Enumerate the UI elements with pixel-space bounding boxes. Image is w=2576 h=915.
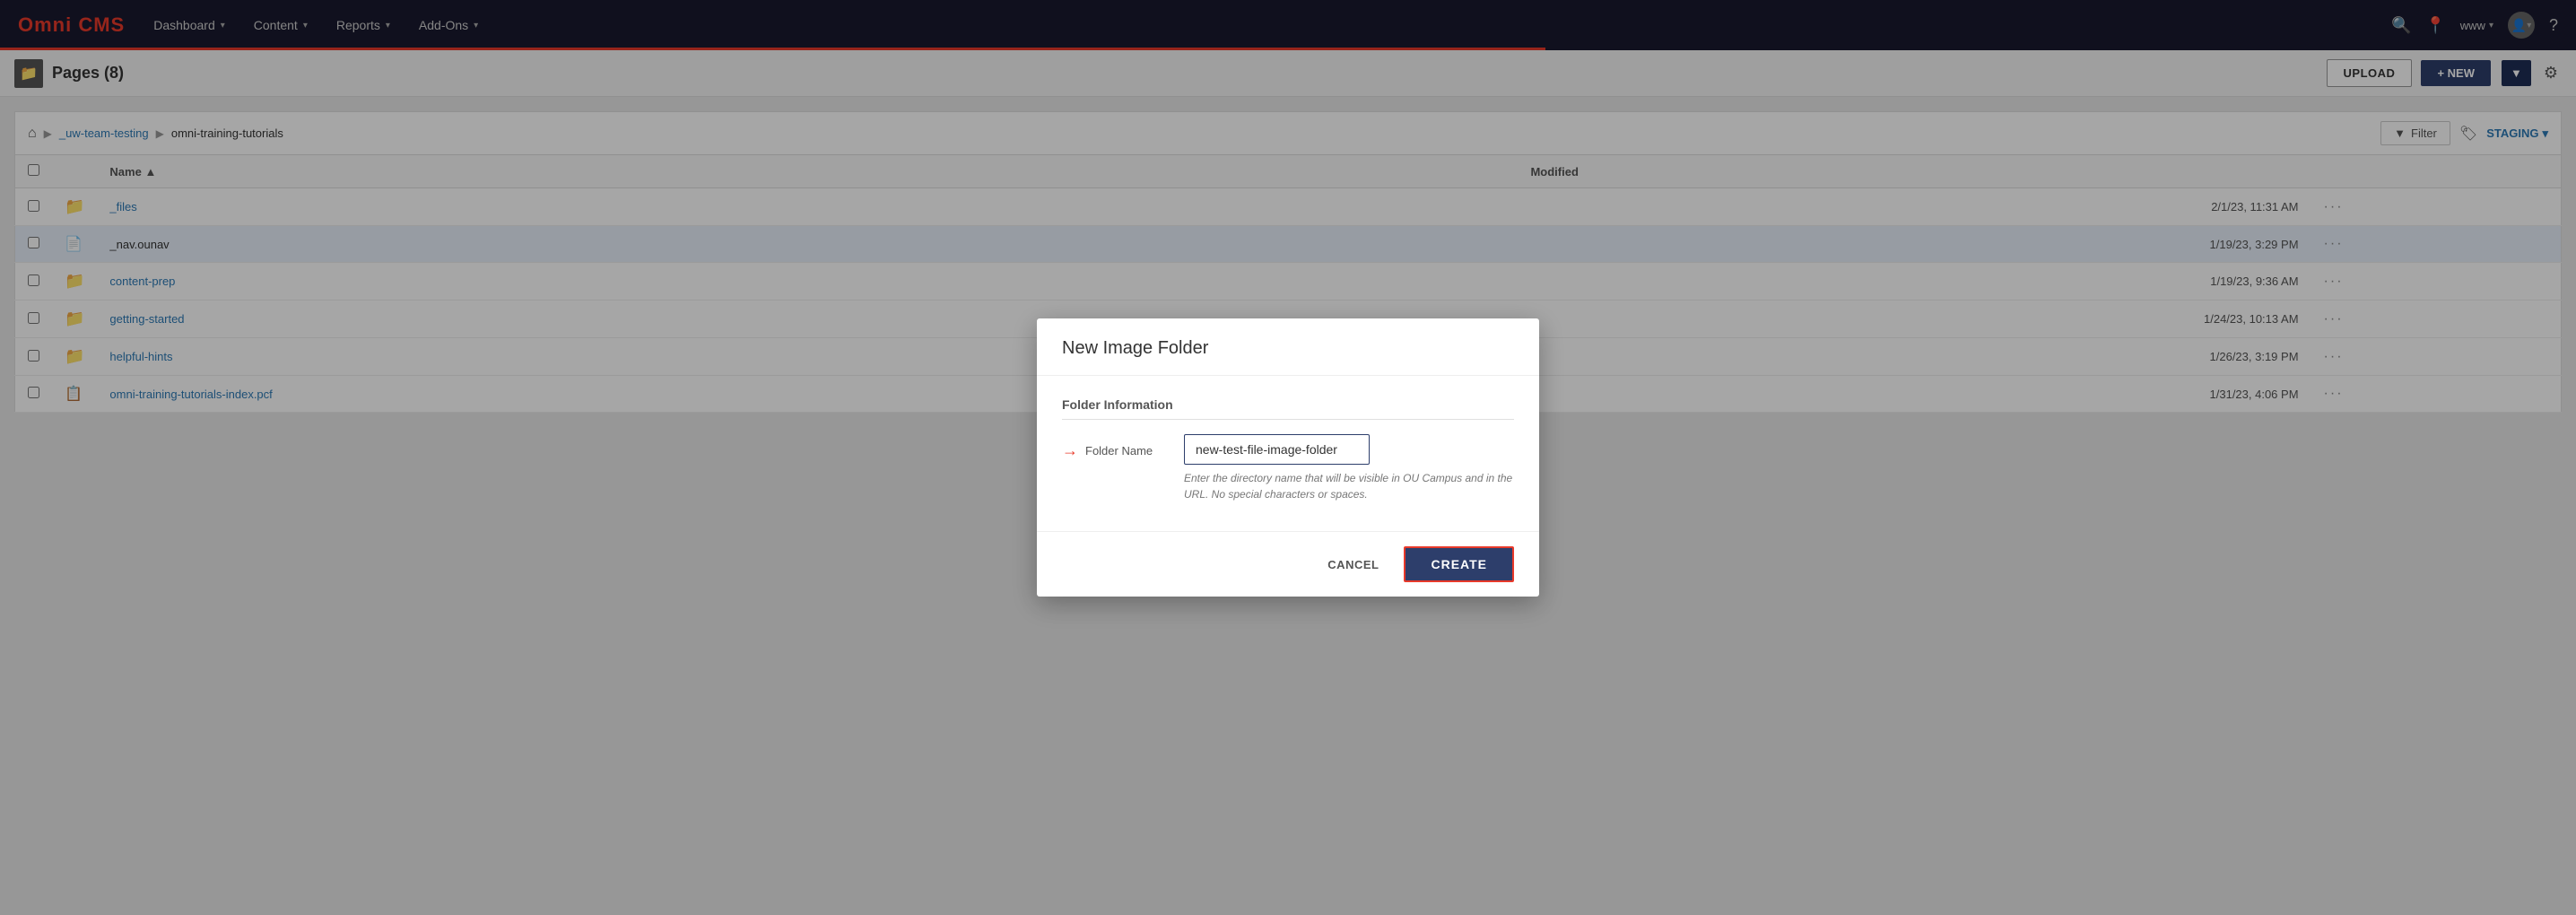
folder-name-label: Folder Name [1085,444,1153,458]
cancel-button[interactable]: CANCEL [1313,551,1393,579]
modal-title: New Image Folder [1037,318,1539,376]
folder-name-row: → Folder Name Enter the directory name t… [1062,434,1514,502]
folder-name-input[interactable] [1184,434,1370,465]
create-button[interactable]: CREATE [1404,546,1514,582]
new-image-folder-modal: New Image Folder Folder Information → Fo… [1037,318,1539,597]
section-label: Folder Information [1062,397,1514,420]
folder-name-label-group: → Folder Name [1062,434,1170,460]
modal-overlay: New Image Folder Folder Information → Fo… [0,0,2576,915]
folder-name-input-wrapper: Enter the directory name that will be vi… [1184,434,1514,502]
arrow-indicator-icon: → [1062,441,1078,460]
folder-name-hint: Enter the directory name that will be vi… [1184,470,1514,502]
modal-body: Folder Information → Folder Name Enter t… [1037,376,1539,531]
modal-footer: CANCEL CREATE [1037,531,1539,597]
